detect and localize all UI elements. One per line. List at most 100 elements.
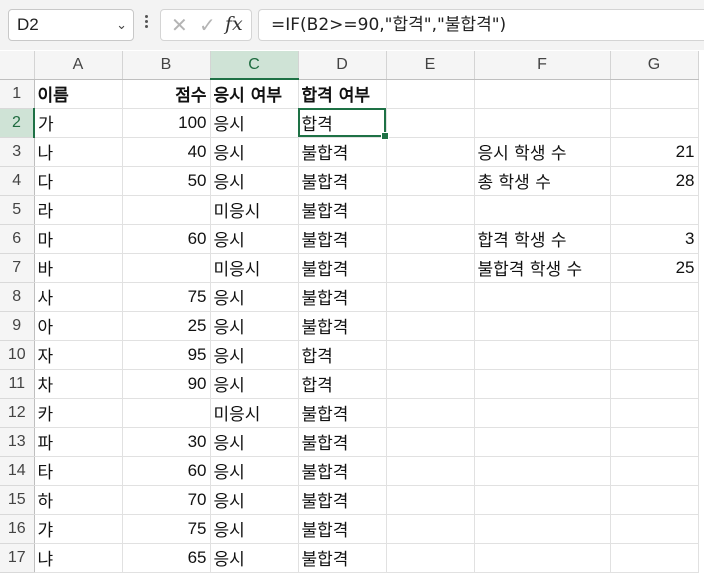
cell-a12[interactable]: 카 — [34, 398, 123, 428]
row-header[interactable]: 17 — [0, 543, 35, 573]
cell-f1[interactable] — [474, 79, 611, 109]
cell-d15[interactable]: 불합격 — [298, 485, 387, 515]
cell-f8[interactable] — [474, 282, 611, 312]
cell-b17[interactable]: 65 — [122, 543, 211, 573]
cell-d9[interactable]: 불합격 — [298, 311, 387, 341]
cell-a9[interactable]: 아 — [34, 311, 123, 341]
cell-c17[interactable]: 응시 — [210, 543, 299, 573]
cell-a11[interactable]: 차 — [34, 369, 123, 399]
row-header[interactable]: 1 — [0, 79, 35, 109]
cancel-icon[interactable]: ✕ — [171, 13, 188, 37]
cell-e7[interactable] — [386, 253, 475, 283]
cell-c10[interactable]: 응시 — [210, 340, 299, 370]
cell-c16[interactable]: 응시 — [210, 514, 299, 544]
cell-f13[interactable] — [474, 427, 611, 457]
cell-e12[interactable] — [386, 398, 475, 428]
cell-c7[interactable]: 미응시 — [210, 253, 299, 283]
row-header[interactable]: 11 — [0, 369, 35, 399]
cell-a16[interactable]: 갸 — [34, 514, 123, 544]
column-header-f[interactable]: F — [474, 51, 611, 80]
name-box[interactable]: D2 ⌄ — [8, 9, 134, 41]
cell-f9[interactable] — [474, 311, 611, 341]
cell-e8[interactable] — [386, 282, 475, 312]
row-header[interactable]: 3 — [0, 137, 35, 167]
cell-g15[interactable] — [610, 485, 699, 515]
cell-e6[interactable] — [386, 224, 475, 254]
cell-c13[interactable]: 응시 — [210, 427, 299, 457]
cell-e16[interactable] — [386, 514, 475, 544]
cell-f4[interactable]: 총 학생 수 — [474, 166, 611, 196]
column-header-g[interactable]: G — [610, 51, 699, 80]
cell-c1[interactable]: 응시 여부 — [210, 79, 299, 109]
row-header[interactable]: 12 — [0, 398, 35, 428]
cell-f2[interactable] — [474, 108, 611, 138]
cell-g4[interactable]: 28 — [610, 166, 699, 196]
row-header[interactable]: 8 — [0, 282, 35, 312]
cell-e11[interactable] — [386, 369, 475, 399]
cell-d6[interactable]: 불합격 — [298, 224, 387, 254]
cell-g7[interactable]: 25 — [610, 253, 699, 283]
cell-g16[interactable] — [610, 514, 699, 544]
cell-e15[interactable] — [386, 485, 475, 515]
column-header-d[interactable]: D — [298, 51, 387, 80]
cell-c6[interactable]: 응시 — [210, 224, 299, 254]
cell-g6[interactable]: 3 — [610, 224, 699, 254]
cell-e10[interactable] — [386, 340, 475, 370]
column-header-a[interactable]: A — [34, 51, 123, 80]
cell-a8[interactable]: 사 — [34, 282, 123, 312]
cell-b9[interactable]: 25 — [122, 311, 211, 341]
cell-a3[interactable]: 나 — [34, 137, 123, 167]
chevron-down-icon[interactable]: ⌄ — [116, 10, 127, 40]
cell-c12[interactable]: 미응시 — [210, 398, 299, 428]
cell-f12[interactable] — [474, 398, 611, 428]
cell-b14[interactable]: 60 — [122, 456, 211, 486]
row-header[interactable]: 6 — [0, 224, 35, 254]
column-header-e[interactable]: E — [386, 51, 475, 80]
cell-f17[interactable] — [474, 543, 611, 573]
column-header-b[interactable]: B — [122, 51, 211, 80]
cell-c3[interactable]: 응시 — [210, 137, 299, 167]
cell-b6[interactable]: 60 — [122, 224, 211, 254]
cell-f14[interactable] — [474, 456, 611, 486]
cell-g11[interactable] — [610, 369, 699, 399]
cell-a17[interactable]: 냐 — [34, 543, 123, 573]
cell-c14[interactable]: 응시 — [210, 456, 299, 486]
cell-g12[interactable] — [610, 398, 699, 428]
cell-d11[interactable]: 합격 — [298, 369, 387, 399]
cell-b7[interactable] — [122, 253, 211, 283]
formula-input[interactable]: =IF(B2>=90,"합격","불합격") — [258, 9, 704, 41]
cell-f11[interactable] — [474, 369, 611, 399]
cell-c15[interactable]: 응시 — [210, 485, 299, 515]
cell-a14[interactable]: 타 — [34, 456, 123, 486]
cell-a5[interactable]: 라 — [34, 195, 123, 225]
cell-g5[interactable] — [610, 195, 699, 225]
enter-icon[interactable]: ✓ — [199, 13, 216, 37]
row-header[interactable]: 5 — [0, 195, 35, 225]
row-header[interactable]: 7 — [0, 253, 35, 283]
cell-f15[interactable] — [474, 485, 611, 515]
cell-d14[interactable]: 불합격 — [298, 456, 387, 486]
cell-e9[interactable] — [386, 311, 475, 341]
cell-f7[interactable]: 불합격 학생 수 — [474, 253, 611, 283]
column-header-c[interactable]: C — [210, 51, 299, 80]
row-header[interactable]: 9 — [0, 311, 35, 341]
cell-f3[interactable]: 응시 학생 수 — [474, 137, 611, 167]
cell-b11[interactable]: 90 — [122, 369, 211, 399]
cell-g8[interactable] — [610, 282, 699, 312]
cell-d12[interactable]: 불합격 — [298, 398, 387, 428]
cell-e17[interactable] — [386, 543, 475, 573]
cell-a10[interactable]: 자 — [34, 340, 123, 370]
cell-d5[interactable]: 불합격 — [298, 195, 387, 225]
cell-g9[interactable] — [610, 311, 699, 341]
cell-g14[interactable] — [610, 456, 699, 486]
cell-b3[interactable]: 40 — [122, 137, 211, 167]
cell-f16[interactable] — [474, 514, 611, 544]
cell-c5[interactable]: 미응시 — [210, 195, 299, 225]
cell-g10[interactable] — [610, 340, 699, 370]
cell-d1[interactable]: 합격 여부 — [298, 79, 387, 109]
cell-f5[interactable] — [474, 195, 611, 225]
cell-b13[interactable]: 30 — [122, 427, 211, 457]
cell-g3[interactable]: 21 — [610, 137, 699, 167]
cell-a1[interactable]: 이름 — [34, 79, 123, 109]
cell-g13[interactable] — [610, 427, 699, 457]
